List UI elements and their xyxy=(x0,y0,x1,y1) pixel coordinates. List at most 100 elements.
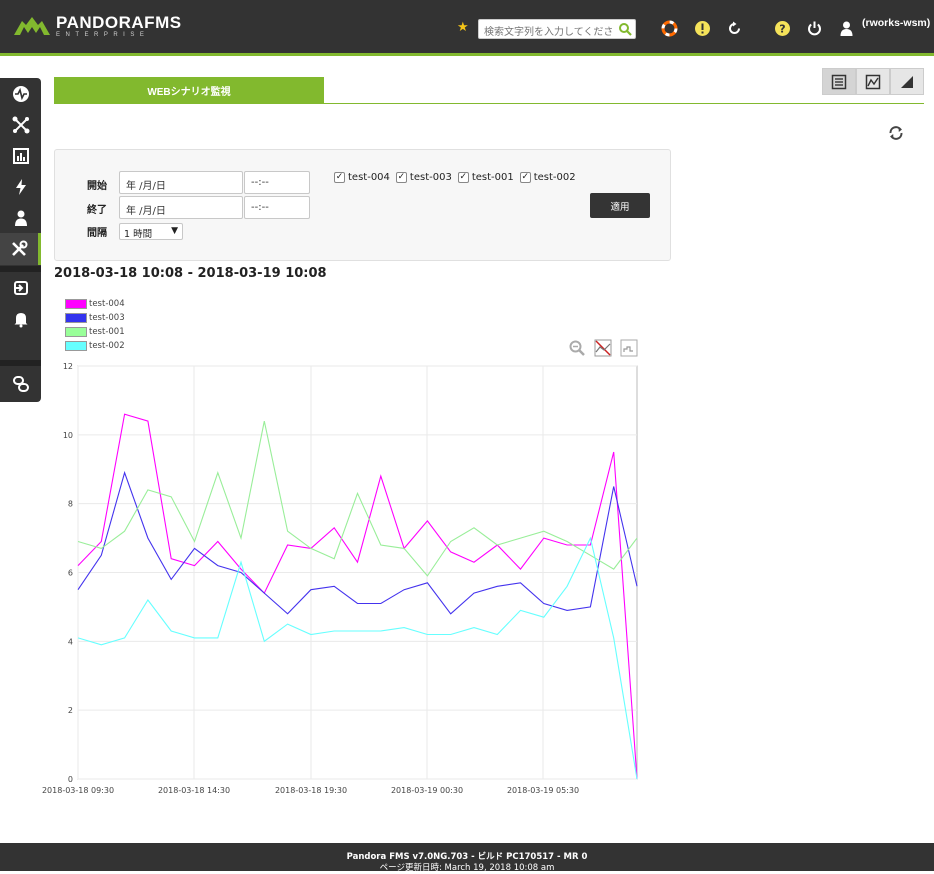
checkbox-label: test-003 xyxy=(409,172,452,183)
help-icon[interactable]: ? xyxy=(774,20,791,37)
checkbox-item[interactable]: ✓ test-004 xyxy=(334,172,390,183)
checkbox-label: test-001 xyxy=(471,172,514,183)
legend-swatch xyxy=(65,299,87,309)
checkbox[interactable]: ✓ xyxy=(395,172,407,183)
user-icon[interactable] xyxy=(838,20,855,37)
checkbox-label: test-004 xyxy=(348,172,390,183)
interval-select[interactable]: 1 時間 ▼ xyxy=(119,223,183,240)
sidebar-item-monitoring[interactable] xyxy=(0,78,41,110)
csv-export-icon[interactable] xyxy=(620,339,638,357)
caret-down-icon: ▼ xyxy=(171,226,178,236)
sidebar-item-tools[interactable] xyxy=(0,233,41,265)
checkbox[interactable]: ✓ xyxy=(519,172,531,183)
legend-label: test-001 xyxy=(89,327,125,337)
list-icon xyxy=(831,74,847,89)
end-date-input[interactable]: 年 /月/日 xyxy=(119,196,243,219)
apply-button[interactable]: 適用 xyxy=(590,193,650,218)
start-label: 開始 xyxy=(87,181,107,192)
alert-icon[interactable] xyxy=(694,20,711,37)
start-date-input[interactable]: 年 /月/日 xyxy=(119,171,243,194)
line-chart: 0 2 4 6 8 10 12 2018-03-18 09:30 2018-03-18 14:3… xyxy=(42,362,638,795)
x-tick-label: 2018-03-19 00:30 xyxy=(391,786,463,795)
legend-item[interactable]: test-001 xyxy=(65,325,125,339)
tab-underline xyxy=(54,103,924,104)
reports-icon xyxy=(12,148,29,164)
graph-icon xyxy=(865,74,881,89)
legend-swatch xyxy=(65,313,87,323)
footer: Pandora FMS v7.0NG.703 - ビルド PC170517 - … xyxy=(0,843,934,873)
search-input[interactable] xyxy=(479,23,615,42)
sidebar-item-users[interactable] xyxy=(0,202,41,234)
legend-label: test-002 xyxy=(89,341,125,351)
link-icon xyxy=(12,376,29,392)
sidebar-separator xyxy=(0,360,41,366)
y-tick-label: 6 xyxy=(68,569,73,578)
sidebar-item-topology[interactable] xyxy=(0,109,41,141)
series-checkboxes: ✓ test-004 ✓ test-003 ✓ test-001 ✓ test-002 xyxy=(334,172,582,183)
series-line-test-004 xyxy=(77,413,638,780)
user-icon xyxy=(14,210,27,226)
statistics-view-button[interactable] xyxy=(890,68,924,95)
user-name[interactable]: (rworks-wsm) xyxy=(862,17,930,30)
y-tick-label: 4 xyxy=(68,637,73,646)
heartbeat-icon xyxy=(12,86,29,102)
footer-version: Pandora FMS v7.0NG.703 - ビルド PC170517 - … xyxy=(346,852,588,862)
y-tick-label: 10 xyxy=(63,431,73,440)
top-bar: PANDORAFMS ENTERPRISE ★ ? (rworks-wsm) xyxy=(0,0,934,56)
power-icon[interactable] xyxy=(806,20,823,37)
bars-icon xyxy=(901,75,913,88)
svg-text:?: ? xyxy=(779,23,785,36)
reload-icon[interactable] xyxy=(726,20,743,37)
x-tick-label: 2018-03-18 09:30 xyxy=(42,786,114,795)
tools-icon xyxy=(12,240,28,256)
y-tick-label: 8 xyxy=(68,500,73,509)
series-line-test-003 xyxy=(77,470,638,615)
pandora-logo-icon xyxy=(14,17,50,35)
list-view-button[interactable] xyxy=(822,68,856,95)
checkbox-item[interactable]: ✓ test-003 xyxy=(395,172,452,183)
start-time-input[interactable]: --:-- xyxy=(244,171,310,194)
legend-item[interactable]: test-004 xyxy=(65,297,125,311)
graph-settings-icon[interactable] xyxy=(594,339,612,357)
x-tick-label: 2018-03-18 14:30 xyxy=(158,786,230,795)
end-label: 終了 xyxy=(87,205,107,216)
bell-icon xyxy=(14,313,27,328)
zoom-icon[interactable] xyxy=(568,339,586,357)
date-range-title: 2018-03-18 10:08 - 2018-03-19 10:08 xyxy=(54,266,327,281)
filter-panel: 開始 終了 間隔 年 /月/日 --:-- 年 /月/日 --:-- 1 時間 … xyxy=(54,149,671,261)
refresh-icon[interactable] xyxy=(887,124,905,142)
star-icon[interactable]: ★ xyxy=(457,20,469,35)
pandora-logo[interactable]: PANDORAFMS ENTERPRISE xyxy=(12,14,182,38)
sidebar-item-reports[interactable] xyxy=(0,140,41,172)
end-time-input[interactable]: --:-- xyxy=(244,196,310,219)
sidebar-item-chain[interactable] xyxy=(0,368,41,400)
legend-swatch xyxy=(65,327,87,337)
sidebar-item-links[interactable] xyxy=(0,272,41,304)
exit-icon xyxy=(13,281,28,295)
y-tick-label: 12 xyxy=(63,362,73,371)
legend-label: test-003 xyxy=(89,313,125,323)
checkbox[interactable]: ✓ xyxy=(457,172,469,183)
checkbox-item[interactable]: ✓ test-001 xyxy=(457,172,514,183)
series-line-test-001 xyxy=(77,420,638,577)
checkbox-item[interactable]: ✓ test-002 xyxy=(519,172,576,183)
tab-web-scenario[interactable]: WEBシナリオ監視 xyxy=(54,77,324,104)
sidebar-item-events[interactable] xyxy=(0,171,41,203)
interval-label: 間隔 xyxy=(87,228,107,239)
sidebar-item-alerts[interactable] xyxy=(0,303,41,335)
lifebuoy-icon[interactable] xyxy=(661,20,678,37)
search-icon[interactable] xyxy=(618,22,632,36)
y-tick-label: 2 xyxy=(68,706,73,715)
logo-main-text: PANDORAFMS xyxy=(56,13,182,32)
footer-updated: ページ更新日時: March 19, 2018 10:08 am xyxy=(379,863,555,873)
graph-view-button[interactable] xyxy=(856,68,890,95)
legend-item[interactable]: test-003 xyxy=(65,311,125,325)
checkbox[interactable]: ✓ xyxy=(334,172,345,183)
lightning-icon xyxy=(15,179,26,195)
legend-label: test-004 xyxy=(89,299,125,309)
legend-swatch xyxy=(65,341,87,351)
legend-item[interactable]: test-002 xyxy=(65,339,125,353)
logo-sub-text: ENTERPRISE xyxy=(56,32,150,38)
plot-area xyxy=(77,365,638,780)
x-tick-label: 2018-03-19 05:30 xyxy=(507,786,579,795)
